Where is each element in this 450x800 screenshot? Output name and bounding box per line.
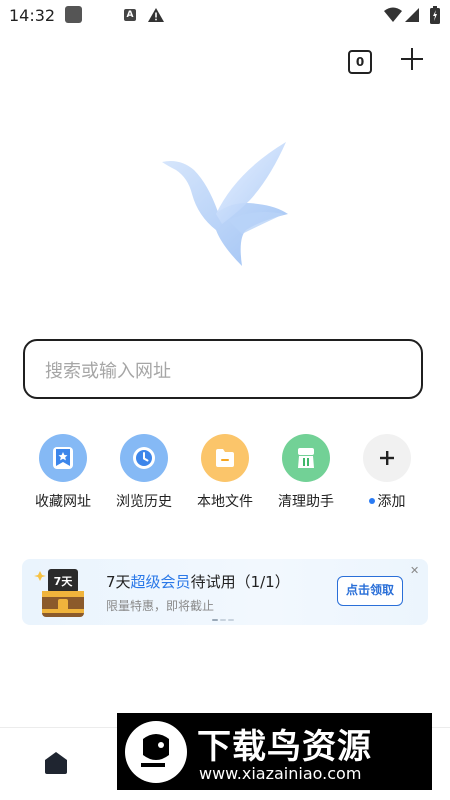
carousel-dot bbox=[228, 619, 234, 621]
shortcut-cleaner[interactable]: 清理助手 bbox=[266, 434, 346, 511]
font-a-icon: A bbox=[124, 9, 136, 21]
app-square-icon bbox=[65, 6, 82, 23]
shortcut-local-files[interactable]: 本地文件 bbox=[185, 434, 265, 511]
promo-title-suffix: 待试用（1/1） bbox=[190, 573, 290, 591]
promo-title-prefix: 7天 bbox=[106, 573, 131, 591]
watermark-url: www.xiazainiao.com bbox=[199, 764, 362, 783]
cellular-icon bbox=[405, 8, 419, 22]
shortcut-history[interactable]: 浏览历史 bbox=[104, 434, 184, 511]
close-icon[interactable]: ✕ bbox=[410, 564, 419, 577]
carousel-dot bbox=[220, 619, 226, 621]
new-tab-plus-icon[interactable] bbox=[400, 47, 424, 71]
tab-count-button[interactable]: 0 bbox=[348, 50, 372, 74]
broom-icon bbox=[282, 434, 330, 482]
promo-title-highlight: 超级会员 bbox=[130, 573, 191, 591]
bird-logo bbox=[162, 142, 288, 266]
shortcut-label: 浏览历史 bbox=[116, 494, 172, 510]
shortcut-label: 本地文件 bbox=[197, 494, 253, 510]
claim-button[interactable]: 点击领取 bbox=[337, 576, 403, 606]
search-input[interactable] bbox=[43, 355, 407, 387]
promo-subtitle: 限量特惠，即将截止 bbox=[106, 599, 215, 613]
status-time: 14:32 bbox=[9, 6, 56, 25]
vip-trial-banner[interactable]: 7天 7天超级会员待试用（1/1） 限量特惠，即将截止 点击领取 ✕ bbox=[22, 559, 428, 625]
folder-icon bbox=[201, 434, 249, 482]
chest-label: 7天 bbox=[54, 575, 74, 588]
wifi-icon bbox=[384, 7, 402, 22]
plus-icon bbox=[363, 434, 411, 482]
shortcut-bookmarks[interactable]: 收藏网址 bbox=[23, 434, 103, 511]
bookmark-icon bbox=[39, 434, 87, 482]
watermark-banner: 下载鸟资源 www.xiazainiao.com bbox=[117, 713, 432, 790]
battery-icon bbox=[430, 6, 440, 24]
carousel-dots bbox=[212, 619, 236, 638]
treasure-chest-icon: 7天 bbox=[34, 569, 84, 617]
shortcut-add[interactable]: 添加 bbox=[347, 434, 427, 511]
carousel-dot bbox=[212, 619, 218, 621]
watermark-logo bbox=[125, 721, 187, 783]
shortcut-label: 清理助手 bbox=[278, 494, 334, 510]
promo-title: 7天超级会员待试用（1/1） bbox=[106, 571, 290, 592]
shortcut-add-text: 添加 bbox=[377, 494, 406, 510]
warning-icon bbox=[148, 8, 164, 22]
watermark-title: 下载鸟资源 bbox=[197, 727, 372, 767]
shortcut-label: 收藏网址 bbox=[35, 494, 91, 510]
shortcut-label: 添加 bbox=[347, 491, 427, 511]
status-bar: 14:32 A bbox=[0, 0, 450, 32]
search-box[interactable] bbox=[23, 339, 423, 399]
clock-icon bbox=[120, 434, 168, 482]
home-icon[interactable] bbox=[44, 751, 68, 775]
new-dot-indicator bbox=[368, 498, 375, 504]
